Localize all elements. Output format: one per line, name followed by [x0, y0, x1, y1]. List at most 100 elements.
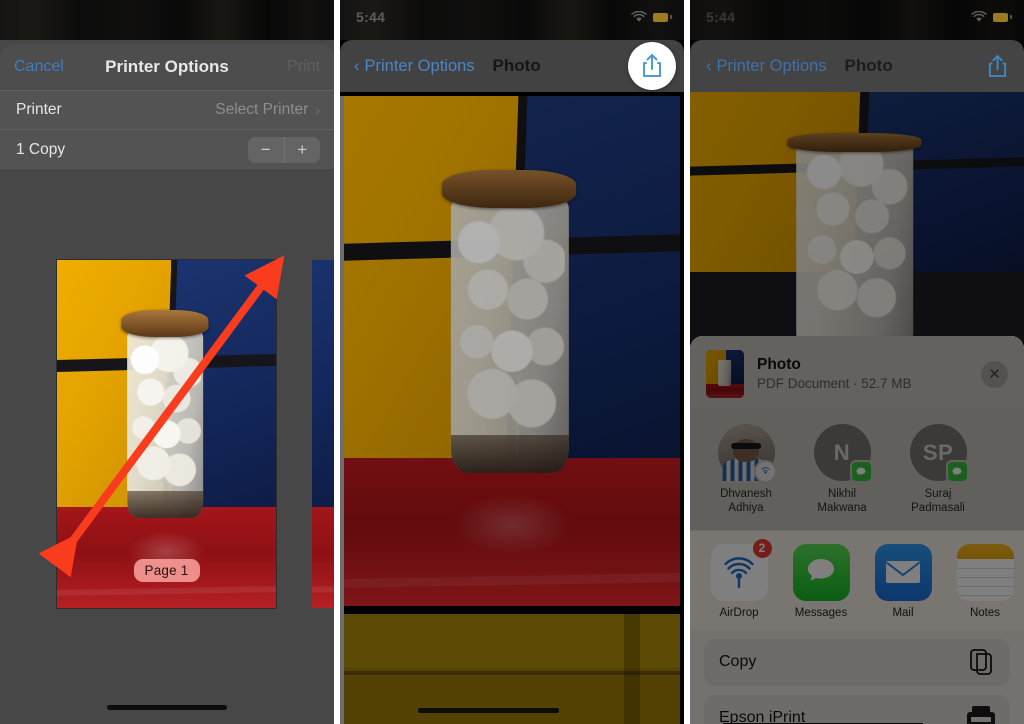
screenshot-stage: Cancel Printer Options Print Printer Sel…: [0, 0, 1024, 724]
photo-full-preview[interactable]: [344, 96, 680, 606]
option-row-copies: 1 Copy − +: [0, 130, 334, 169]
action-label: Epson iPrint: [719, 709, 924, 724]
photo-next-page-preview[interactable]: [344, 614, 680, 724]
photo-title-3: Photo: [844, 56, 893, 75]
option-label-copies: 1 Copy: [16, 140, 66, 158]
photo-title: Photo: [492, 56, 541, 75]
share-app-mail[interactable]: Mail: [872, 543, 934, 619]
battery-cap-3: [1010, 15, 1012, 19]
status-bar-time: 5:44: [356, 9, 386, 25]
share-sheet: Photo PDF Document · 52.7 MB ✕ Dhvanesh …: [690, 336, 1024, 724]
notes-header-stripe: [956, 543, 1014, 559]
shared-document-meta: Photo PDF Document · 52.7 MB: [757, 355, 968, 393]
printer-icon: [967, 706, 995, 724]
photo-jar-lid: [120, 310, 209, 337]
share-button-3[interactable]: [987, 54, 1008, 79]
back-to-printer-options-button[interactable]: ‹ Printer Options: [354, 57, 475, 76]
increment-copies-button[interactable]: +: [285, 137, 321, 163]
airdrop-app-icon: 2: [710, 538, 772, 601]
status-bar: [0, 0, 334, 40]
contact-item[interactable]: SP Suraj Padmasali: [902, 424, 974, 516]
back-to-printer-options-button-3[interactable]: ‹ Printer Options: [706, 57, 827, 76]
printer-options-list: Printer Select Printer › 1 Copy − +: [0, 90, 334, 169]
close-share-sheet-button[interactable]: ✕: [981, 360, 1008, 388]
option-value-printer: Select Printer ›: [215, 101, 320, 119]
option-label-printer: Printer: [16, 101, 62, 118]
action-row-copy[interactable]: Copy: [704, 638, 1010, 686]
airdrop-badge: 2: [752, 538, 772, 558]
share-contacts-row: Dhvanesh Adhiya N Nikhil Makwana SP Sura…: [690, 408, 1024, 530]
shared-document-subtitle: PDF Document · 52.7 MB: [757, 375, 912, 391]
p2-next-photo-dim: [344, 614, 680, 724]
thumb-jar: [718, 359, 732, 386]
cancel-button[interactable]: Cancel: [14, 58, 64, 76]
action-row-epson-iprint[interactable]: Epson iPrint: [704, 694, 1010, 724]
page-title: Printer Options: [105, 57, 229, 76]
contact-name: Dhvanesh Adhiya: [720, 488, 772, 515]
airdrop-glyph: [760, 467, 770, 474]
copies-stepper[interactable]: − +: [248, 136, 321, 163]
next-photo-red: [312, 507, 334, 608]
shared-document-name: Photo: [757, 356, 801, 374]
status-bar-2: 5:44: [340, 0, 684, 40]
share-app-label: AirDrop: [719, 606, 759, 619]
photo-preview-3[interactable]: [690, 92, 1024, 342]
status-bar-time-3: 5:44: [706, 9, 736, 25]
airdrop-icon: [753, 460, 777, 483]
wifi-icon: [631, 11, 647, 22]
next-photo-blue: [312, 260, 334, 511]
chevron-left-icon-3: ‹: [706, 56, 712, 75]
contact-item[interactable]: Dhvanesh Adhiya: [710, 424, 782, 516]
share-app-label: Mail: [892, 606, 914, 619]
select-printer-value: Select Printer: [215, 101, 309, 118]
back-label-3: Printer Options: [716, 56, 827, 75]
notes-app-icon: [956, 543, 1014, 601]
photo-shell-jar: [126, 329, 204, 518]
printer-slot: [971, 716, 991, 723]
decrement-copies-button[interactable]: −: [248, 136, 285, 163]
p2-photo-dim: [344, 96, 680, 606]
messages-glyph: [808, 559, 834, 581]
notes-line: [956, 595, 1014, 597]
share-app-airdrop[interactable]: 2 AirDrop: [708, 538, 772, 619]
share-actions-list: Copy Epson iPrint: [690, 628, 1024, 724]
next-page-photo: [312, 260, 334, 608]
option-row-printer[interactable]: Printer Select Printer ›: [0, 91, 334, 130]
status-bar-3: 5:44: [690, 0, 1024, 40]
contact-name: Suraj Padmasali: [911, 488, 965, 515]
messages-icon: [945, 460, 969, 483]
action-label: Copy: [719, 653, 757, 671]
thumb-red: [706, 384, 744, 398]
print-button[interactable]: Print: [287, 58, 320, 76]
battery-icon-3: [993, 12, 1008, 22]
avatar: [717, 424, 777, 483]
notes-line: [956, 585, 1014, 587]
status-bar-icons-3: [971, 11, 1012, 23]
panel-share-sheet: 5:44 ‹ Printer Options Photo Photo PDF D…: [690, 0, 1024, 724]
chevron-right-icon: ›: [315, 102, 320, 118]
status-bar-icons: [631, 11, 672, 23]
share-button-highlight[interactable]: [628, 42, 676, 90]
share-app-messages[interactable]: Messages: [790, 543, 852, 619]
photo-navbar: ‹ Printer Options Photo: [340, 40, 684, 92]
messages-glyph: [952, 467, 962, 475]
notes-line: [956, 567, 1014, 569]
copy-icon: [970, 649, 992, 676]
p3-photo-dim: [690, 92, 1024, 342]
photo-jar-base: [126, 491, 204, 518]
share-icon: [643, 54, 661, 77]
avatar-glasses: [731, 442, 761, 450]
next-page-thumbnail[interactable]: [312, 260, 334, 608]
share-app-label: Messages: [794, 606, 848, 619]
share-sheet-header: Photo PDF Document · 52.7 MB ✕: [690, 336, 1024, 408]
avatar-initials: N: [833, 439, 851, 465]
battery-cap: [670, 15, 672, 19]
share-app-notes[interactable]: Notes: [954, 543, 1016, 619]
page-preview-thumbnail[interactable]: Page 1: [57, 260, 276, 608]
printer-options-sheet: Cancel Printer Options Print Printer Sel…: [0, 44, 334, 169]
contact-item[interactable]: N Nikhil Makwana: [806, 424, 878, 516]
messages-icon: [849, 460, 873, 483]
status-bar-dim: [0, 0, 334, 40]
messages-app-icon: [792, 543, 850, 601]
chevron-left-icon: ‹: [354, 56, 360, 75]
